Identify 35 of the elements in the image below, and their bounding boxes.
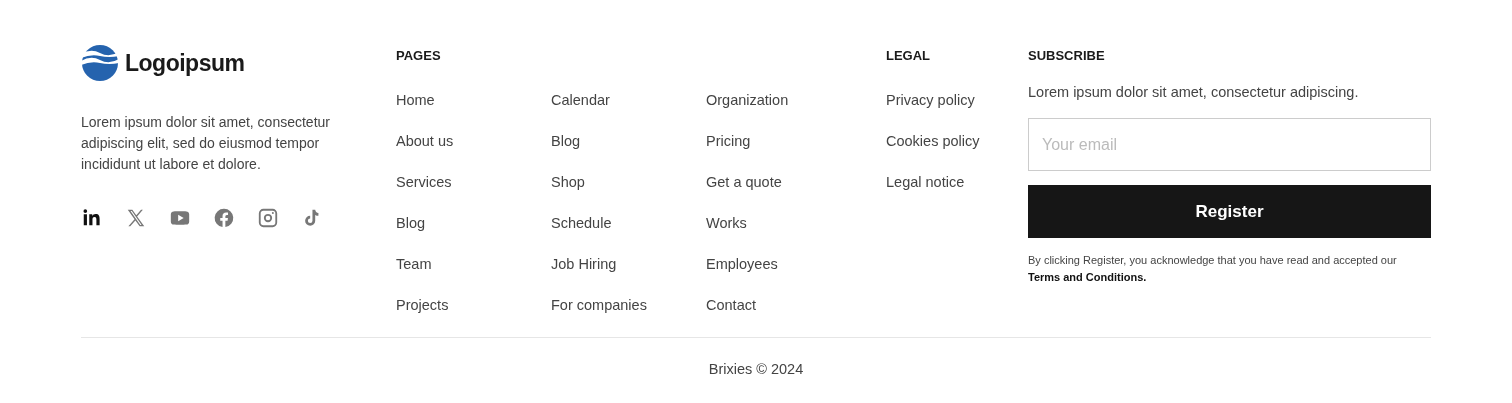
footer-link[interactable]: Cookies policy — [886, 132, 1028, 151]
footer-link[interactable]: Pricing — [706, 132, 861, 151]
footer-link[interactable]: Services — [396, 173, 551, 192]
logo-icon — [81, 44, 119, 82]
footer-link[interactable]: Job Hiring — [551, 255, 706, 274]
footer-link[interactable]: Privacy policy — [886, 91, 1028, 110]
footer-link[interactable]: Works — [706, 214, 861, 233]
email-field[interactable]: Your email — [1028, 118, 1431, 171]
footer-link[interactable]: Projects — [396, 296, 551, 315]
x-icon[interactable] — [125, 207, 147, 229]
footer-link[interactable]: About us — [396, 132, 551, 151]
footer-link[interactable]: Organization — [706, 91, 861, 110]
column-heading: SUBSCRIBE — [1028, 48, 1106, 65]
instagram-icon[interactable] — [257, 207, 279, 229]
footer-link[interactable]: Get a quote — [706, 173, 861, 192]
copyright-text: Brixies © 2024 — [708, 361, 804, 377]
footer-link[interactable]: Team — [396, 255, 551, 274]
footer-link[interactable]: Shop — [551, 173, 706, 192]
register-button[interactable]: Register — [1028, 185, 1431, 238]
footer-link[interactable]: Calendar — [551, 91, 706, 110]
subscribe-text: Lorem ipsum dolor sit amet, consectetur adipiscing. — [1028, 83, 1360, 102]
column-heading: PAGES — [396, 48, 442, 65]
footer-link[interactable]: Schedule — [551, 214, 706, 233]
footer-link[interactable]: Legal notice — [886, 173, 1028, 192]
footer-link[interactable]: For companies — [551, 296, 706, 315]
column-heading: LEGAL — [886, 48, 932, 65]
footer-link[interactable]: Employees — [706, 255, 861, 274]
footer-link[interactable]: Blog — [396, 214, 551, 233]
brand-description: Lorem ipsum dolor sit amet, consectetur adipiscing elit, sed do eiusmod tempor incididunt ut labore et dolore. — [81, 113, 331, 174]
footer-link[interactable]: Contact — [706, 296, 861, 315]
footer-link[interactable]: Blog — [551, 132, 706, 151]
logo-text: Logoipsum — [125, 49, 245, 77]
facebook-icon[interactable] — [213, 207, 235, 229]
footer-link[interactable]: Home — [396, 91, 551, 110]
terms-note: By clicking Register, you acknowledge that you have read and accepted our Terms and Conditions. — [1028, 253, 1398, 285]
